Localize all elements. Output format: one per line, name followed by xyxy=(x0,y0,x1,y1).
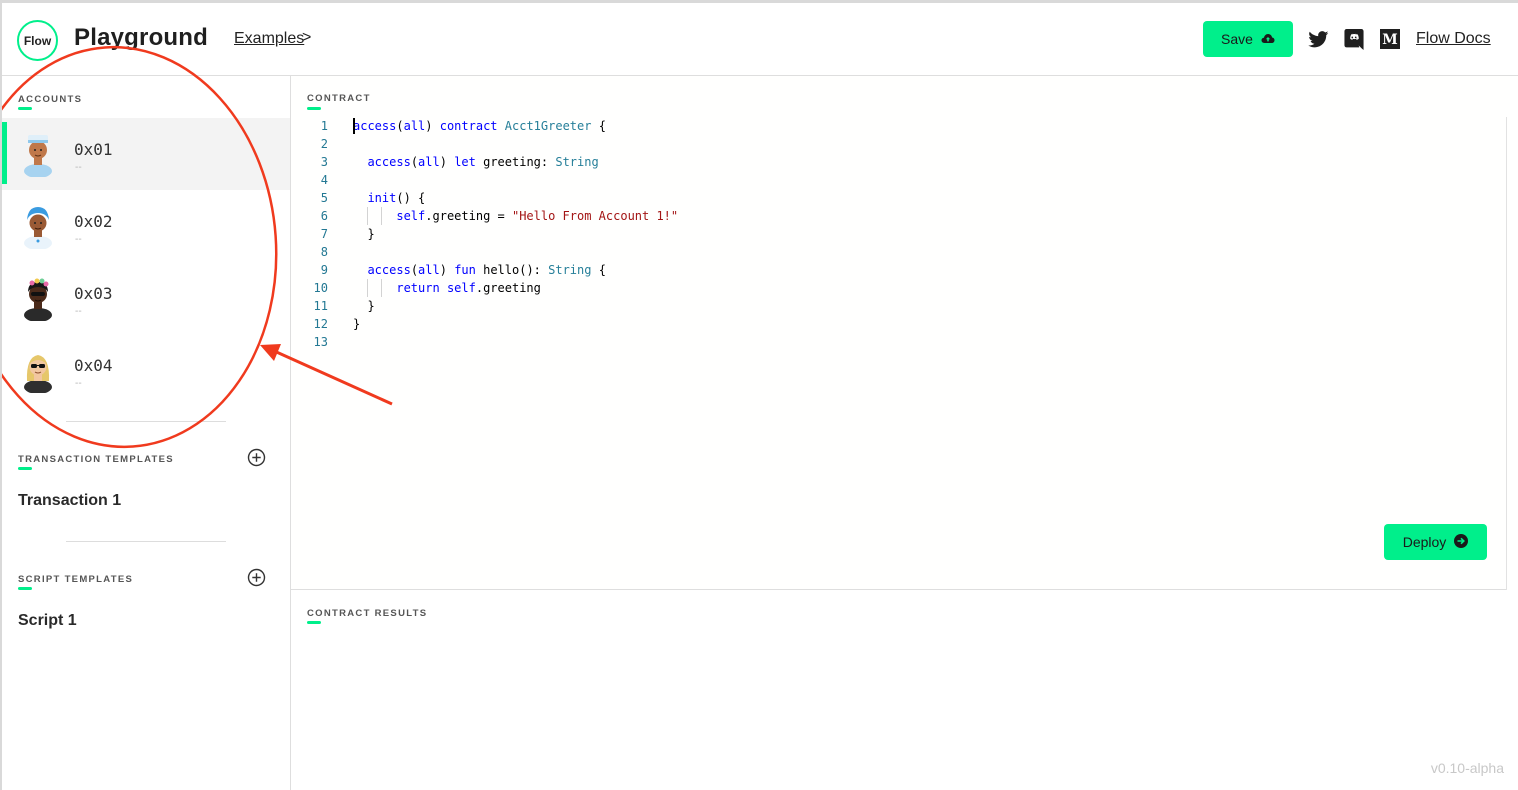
examples-link[interactable]: Examples xyxy=(234,30,304,48)
code-line[interactable]: 1 access(all) contract Acct1Greeter { xyxy=(291,117,1506,135)
account-subtitle: -- xyxy=(75,162,82,173)
line-number: 2 xyxy=(320,137,328,151)
deploy-button[interactable]: Deploy xyxy=(1384,524,1487,560)
transaction-templates-heading: TRANSACTION TEMPLATES xyxy=(18,454,174,465)
line-source: access(all) let greeting: String xyxy=(367,155,599,169)
contract-results-heading: CONTRACT RESULTS xyxy=(307,608,428,619)
line-source: init() { xyxy=(367,191,426,205)
line-number: 13 xyxy=(313,335,328,349)
section-divider xyxy=(66,421,226,422)
avatar-icon xyxy=(24,135,52,177)
line-number: 10 xyxy=(313,281,328,295)
code-line[interactable]: 2 xyxy=(291,135,1506,153)
selected-indicator xyxy=(2,122,7,184)
code-line[interactable]: 11 } xyxy=(291,297,1506,315)
editor-scrollbar[interactable] xyxy=(1506,117,1518,590)
flow-docs-link[interactable]: Flow Docs xyxy=(1416,30,1491,48)
deploy-button-label: Deploy xyxy=(1402,534,1447,550)
avatar-icon xyxy=(24,278,52,321)
contract-results-underline xyxy=(307,621,321,624)
account-address: 0x03 xyxy=(74,284,113,303)
line-source: } xyxy=(353,299,375,313)
line-source: } xyxy=(353,317,361,331)
discord-icon[interactable] xyxy=(1343,28,1365,50)
script-template-item[interactable]: Script 1 xyxy=(18,612,77,630)
contract-heading: CONTRACT xyxy=(307,93,371,104)
code-line[interactable]: 10 return self.greeting xyxy=(291,279,1506,297)
contract-editor-panel: CONTRACT 1 access(all) contract Acct1Gree… xyxy=(291,76,1518,590)
transaction-templates-underline xyxy=(18,467,32,470)
line-source: self.greeting = "Hello From Account 1!" xyxy=(396,209,679,223)
save-button-label: Save xyxy=(1221,31,1253,47)
code-line[interactable]: 4 xyxy=(291,171,1506,189)
text-cursor xyxy=(353,118,355,134)
line-source: } xyxy=(353,227,375,241)
version-label: v0.10-alpha xyxy=(1430,760,1504,776)
avatar-icon xyxy=(24,207,52,249)
contract-heading-underline xyxy=(307,107,321,110)
account-subtitle: -- xyxy=(75,378,82,389)
code-line[interactable]: 9 access(all) fun hello(): String { xyxy=(291,261,1506,279)
code-line[interactable]: 8 xyxy=(291,243,1506,261)
account-subtitle: -- xyxy=(75,234,82,245)
account-address: 0x01 xyxy=(74,140,113,159)
code-editor[interactable]: 1 access(all) contract Acct1Greeter { 2 3 a… xyxy=(291,117,1506,351)
sidebar: ACCOUNTS 0x01 -- 0x02 -- 0x03 -- 0x04 --… xyxy=(2,76,291,790)
cloud-upload-icon xyxy=(1261,31,1275,47)
contract-results-panel: CONTRACT RESULTS xyxy=(291,590,1518,790)
code-line[interactable]: 13 xyxy=(291,333,1506,351)
app-title: Playground xyxy=(74,24,209,51)
line-number: 8 xyxy=(320,245,328,259)
code-line[interactable]: 3 access(all) let greeting: String xyxy=(291,153,1506,171)
transaction-template-item[interactable]: Transaction 1 xyxy=(18,492,121,510)
account-subtitle: -- xyxy=(75,306,82,317)
medium-icon[interactable]: M xyxy=(1379,28,1401,50)
avatar-icon xyxy=(24,355,52,393)
script-templates-heading: SCRIPT TEMPLATES xyxy=(18,574,134,585)
line-source: access(all) fun hello(): String { xyxy=(367,263,606,277)
section-divider xyxy=(66,541,226,542)
top-bar: Flow Playground Examples > Save M Flow D… xyxy=(2,3,1518,76)
twitter-icon[interactable] xyxy=(1307,28,1329,50)
svg-text:M: M xyxy=(1382,32,1398,48)
line-number: 5 xyxy=(320,191,328,205)
account-address: 0x02 xyxy=(74,212,113,231)
chevron-right-icon: > xyxy=(302,29,312,46)
account-item-0x04[interactable]: 0x04 -- xyxy=(2,334,290,406)
line-number: 9 xyxy=(320,263,328,277)
flow-logo[interactable]: Flow xyxy=(17,20,58,61)
accounts-heading-underline xyxy=(18,107,32,110)
line-number: 11 xyxy=(313,299,328,313)
playground-app: Flow Playground Examples > Save M Flow D… xyxy=(0,0,1518,790)
line-number: 3 xyxy=(320,155,328,169)
code-line[interactable]: 6 self.greeting = "Hello From Account 1!… xyxy=(291,207,1506,225)
account-item-0x01[interactable]: 0x01 -- xyxy=(2,118,290,190)
account-item-0x03[interactable]: 0x03 -- xyxy=(2,262,290,334)
line-number: 7 xyxy=(320,227,328,241)
arrow-right-circle-icon xyxy=(1454,533,1469,551)
accounts-heading: ACCOUNTS xyxy=(18,94,83,105)
add-transaction-icon[interactable] xyxy=(247,448,266,467)
line-number: 6 xyxy=(320,209,328,223)
script-templates-underline xyxy=(18,587,32,590)
line-source: access(all) contract Acct1Greeter { xyxy=(353,119,606,133)
line-number: 4 xyxy=(320,173,328,187)
code-line[interactable]: 12} xyxy=(291,315,1506,333)
line-number: 1 xyxy=(320,119,328,133)
account-item-0x02[interactable]: 0x02 -- xyxy=(2,190,290,262)
code-line[interactable]: 7 } xyxy=(291,225,1506,243)
account-address: 0x04 xyxy=(74,356,113,375)
save-button[interactable]: Save xyxy=(1203,21,1293,57)
add-script-icon[interactable] xyxy=(247,568,266,587)
line-source: return self.greeting xyxy=(396,281,541,295)
code-line[interactable]: 5 init() { xyxy=(291,189,1506,207)
line-number: 12 xyxy=(313,317,328,331)
